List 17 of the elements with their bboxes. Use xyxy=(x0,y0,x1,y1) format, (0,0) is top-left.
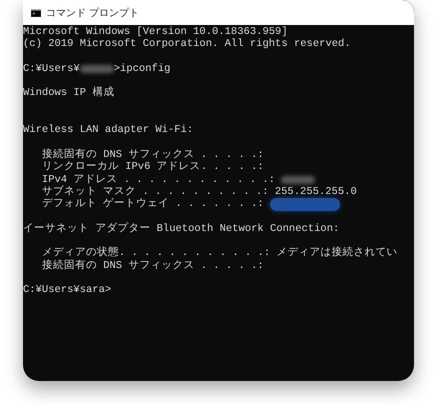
console-line: C:¥Users¥ xyxy=(23,62,80,76)
console-line: IPv4 アドレス . . . . . . . . . . . .: xyxy=(40,174,276,186)
terminal-icon xyxy=(31,8,41,16)
console-line: 接続固有の DNS サフィックス . . . . .: xyxy=(40,148,264,161)
console-line: 接続固有の DNS サフィックス . . . . .: xyxy=(40,260,264,272)
console-line: Windows IP 構成 xyxy=(23,87,114,100)
console-line: デフォルト ゲートウェイ . . . . . . .: xyxy=(40,198,265,210)
console-line: Wireless LAN adapter Wi-Fi: xyxy=(23,124,194,137)
console-line: イーサネット アダプター Bluetooth Network Connection: xyxy=(23,222,340,236)
console-line: リンクローカル IPv6 アドレス. . . . .: xyxy=(40,161,264,174)
console-line: (c) 2019 Microsoft Corporation. All rights reserved. xyxy=(23,38,351,51)
console-line: Microsoft Windows [Version 10.0.18363.959] xyxy=(23,26,288,38)
console-line: サブネット マスク . . . . . . . . . .: 255.255.255.0 xyxy=(40,186,357,198)
window-title: コマンド プロンプト xyxy=(46,6,140,20)
console-line: C:¥Users¥sara> xyxy=(23,284,112,297)
console-line: メディアの状態. . . . . . . . . . . .: メディアは接続されてい xyxy=(40,247,398,260)
console-line: >ipconfig xyxy=(114,62,170,76)
